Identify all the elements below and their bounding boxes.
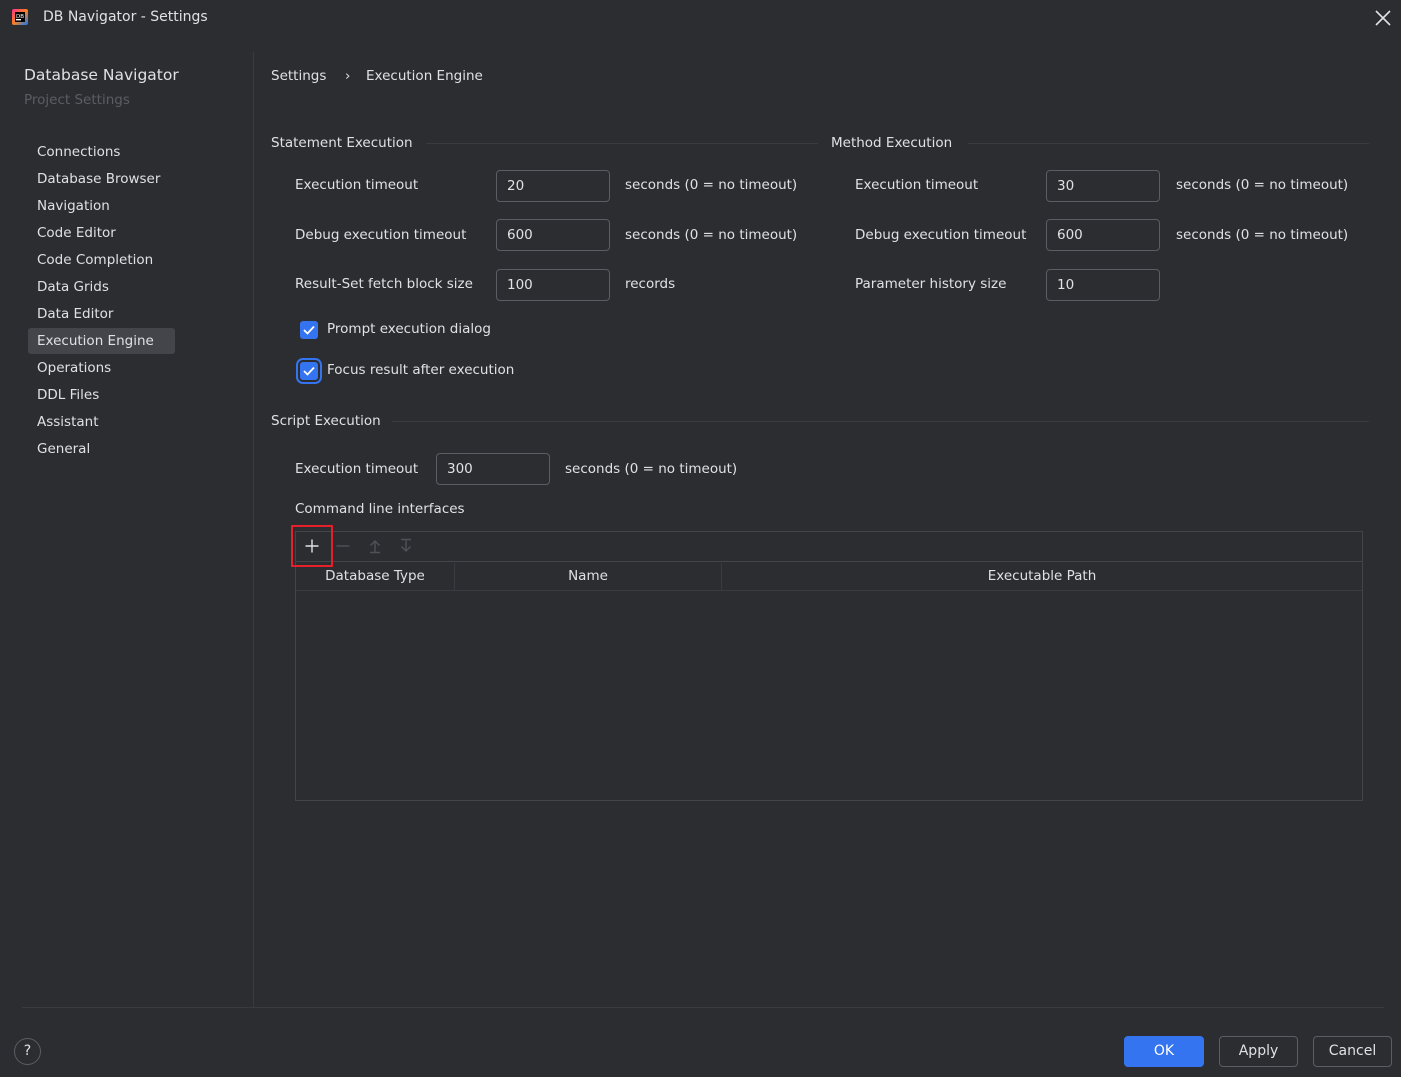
- sidebar-item-assistant[interactable]: Assistant: [28, 409, 175, 435]
- method-section-line: [968, 143, 1369, 144]
- focus-result-label[interactable]: Focus result after execution: [327, 362, 514, 378]
- statement-debug-timeout-label: Debug execution timeout: [295, 227, 467, 243]
- sidebar-title: Database Navigator: [24, 66, 179, 84]
- check-icon: [303, 366, 315, 376]
- sidebar-subtitle: Project Settings: [24, 92, 130, 108]
- sidebar-item-operations[interactable]: Operations: [28, 355, 175, 381]
- statement-exec-timeout-suffix: seconds (0 = no timeout): [625, 177, 798, 193]
- method-exec-timeout-input[interactable]: [1046, 170, 1160, 202]
- fetch-block-size-label: Result-Set fetch block size: [295, 276, 473, 292]
- statement-section-title: Statement Execution: [271, 135, 413, 151]
- footer-divider: [22, 1007, 1384, 1008]
- method-debug-timeout-label: Debug execution timeout: [855, 227, 1027, 243]
- sidebar-item-connections[interactable]: Connections: [28, 139, 175, 165]
- toolbar-divider: [296, 561, 1362, 562]
- method-debug-timeout-suffix: seconds (0 = no timeout): [1176, 227, 1349, 243]
- sidebar-item-data-editor[interactable]: Data Editor: [28, 301, 175, 327]
- window-title: DB Navigator - Settings: [43, 9, 208, 25]
- statement-debug-timeout-suffix: seconds (0 = no timeout): [625, 227, 798, 243]
- breadcrumb-current: Execution Engine: [366, 68, 483, 84]
- close-icon[interactable]: [1373, 8, 1393, 28]
- statement-debug-timeout-input[interactable]: [496, 219, 610, 251]
- header-divider: [296, 590, 1362, 591]
- parameter-history-label: Parameter history size: [855, 276, 1007, 292]
- sidebar-item-navigation[interactable]: Navigation: [28, 193, 175, 219]
- script-exec-timeout-input[interactable]: [436, 453, 550, 485]
- sidebar-divider: [253, 52, 254, 1007]
- prompt-dialog-checkbox[interactable]: [300, 321, 318, 339]
- sidebar-item-code-completion[interactable]: Code Completion: [28, 247, 175, 273]
- method-debug-timeout-input[interactable]: [1046, 219, 1160, 251]
- sidebar-item-database-browser[interactable]: Database Browser: [28, 166, 175, 192]
- cli-label: Command line interfaces: [295, 501, 465, 517]
- column-header-executable-path[interactable]: Executable Path: [722, 563, 1362, 591]
- sidebar-item-general[interactable]: General: [28, 436, 175, 462]
- script-exec-timeout-label: Execution timeout: [295, 461, 419, 477]
- parameter-history-input[interactable]: [1046, 269, 1160, 301]
- breadcrumb-separator: ›: [345, 68, 351, 84]
- sidebar-item-code-editor[interactable]: Code Editor: [28, 220, 175, 246]
- sidebar-item-ddl-files[interactable]: DDL Files: [28, 382, 175, 408]
- sidebar-item-execution-engine[interactable]: Execution Engine: [28, 328, 175, 354]
- method-exec-timeout-label: Execution timeout: [855, 177, 979, 193]
- app-icon: DB: [11, 8, 29, 26]
- apply-button[interactable]: Apply: [1219, 1036, 1298, 1067]
- statement-exec-timeout-input[interactable]: [496, 170, 610, 202]
- move-down-icon[interactable]: [393, 533, 419, 559]
- sidebar-item-data-grids[interactable]: Data Grids: [28, 274, 175, 300]
- breadcrumb-settings[interactable]: Settings: [271, 68, 326, 84]
- remove-icon[interactable]: [330, 533, 356, 559]
- focus-result-checkbox[interactable]: [300, 362, 318, 380]
- fetch-block-size-input[interactable]: [496, 269, 610, 301]
- cancel-button[interactable]: Cancel: [1313, 1036, 1392, 1067]
- help-icon[interactable]: ?: [14, 1038, 41, 1065]
- svg-text:DB: DB: [16, 14, 24, 20]
- column-header-name[interactable]: Name: [455, 563, 721, 591]
- method-section-title: Method Execution: [831, 135, 953, 151]
- script-exec-timeout-suffix: seconds (0 = no timeout): [565, 461, 738, 477]
- script-section-line: [392, 421, 1369, 422]
- prompt-dialog-label[interactable]: Prompt execution dialog: [327, 321, 491, 337]
- column-header-database-type[interactable]: Database Type: [296, 563, 454, 591]
- check-icon: [303, 325, 315, 335]
- statement-exec-timeout-label: Execution timeout: [295, 177, 419, 193]
- method-exec-timeout-suffix: seconds (0 = no timeout): [1176, 177, 1349, 193]
- statement-section-line: [426, 143, 818, 144]
- move-up-icon[interactable]: [362, 533, 388, 559]
- fetch-block-size-suffix: records: [625, 276, 676, 292]
- script-section-title: Script Execution: [271, 413, 381, 429]
- ok-button[interactable]: OK: [1124, 1036, 1204, 1067]
- add-button-highlight: [291, 525, 333, 567]
